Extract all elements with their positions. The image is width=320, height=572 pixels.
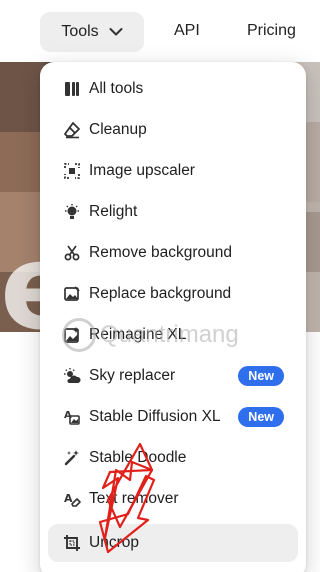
upscale-icon <box>62 161 82 181</box>
menu-item-label: Cleanup <box>89 121 147 138</box>
menu-item-stable-doodle[interactable]: Stable Doodle <box>48 439 298 477</box>
menu-item-uncrop[interactable]: Uncrop <box>48 524 298 562</box>
magic-wand-icon <box>62 448 82 468</box>
menu-item-label: Stable Doodle <box>89 449 187 466</box>
tools-dropdown-menu: All tools Cleanup Image upscaler Relight… <box>40 62 306 572</box>
menu-item-stable-diffusion-xl[interactable]: A Stable Diffusion XL New <box>48 398 298 436</box>
new-badge: New <box>238 407 284 427</box>
eraser-icon <box>62 120 82 140</box>
menu-item-reimagine-xl[interactable]: Reimagine XL <box>48 316 298 354</box>
text-image-icon: A <box>62 407 82 427</box>
menu-item-replace-background[interactable]: Replace background <box>48 275 298 313</box>
menu-item-image-upscaler[interactable]: Image upscaler <box>48 152 298 190</box>
chevron-down-icon <box>109 28 123 36</box>
grid-tools-icon <box>62 79 82 99</box>
image-sparkle-icon <box>62 325 82 345</box>
menu-item-label: Relight <box>89 203 138 220</box>
menu-item-label: Remove background <box>89 244 233 261</box>
menu-item-label: Sky replacer <box>89 367 176 384</box>
menu-item-cleanup[interactable]: Cleanup <box>48 111 298 149</box>
new-badge: New <box>238 366 284 386</box>
menu-item-label: Replace background <box>89 285 232 302</box>
menu-item-relight[interactable]: Relight <box>48 193 298 231</box>
top-nav: Tools API Pricing <box>0 0 320 62</box>
menu-item-text-remover[interactable]: A Text remover <box>48 480 298 518</box>
bulb-icon <box>62 202 82 222</box>
menu-item-label: All tools <box>89 80 144 97</box>
text-erase-icon: A <box>62 489 82 509</box>
menu-item-sky-replacer[interactable]: Sky replacer New <box>48 357 298 395</box>
menu-item-label: Text remover <box>89 490 179 507</box>
menu-item-label: Reimagine XL <box>89 326 187 343</box>
scissors-icon <box>62 243 82 263</box>
menu-item-all-tools[interactable]: All tools <box>48 70 298 108</box>
svg-text:A: A <box>64 492 73 505</box>
sun-cloud-icon <box>62 366 82 386</box>
menu-item-remove-background[interactable]: Remove background <box>48 234 298 272</box>
crop-icon <box>62 533 82 553</box>
pricing-nav-link[interactable]: Pricing <box>247 22 296 40</box>
menu-item-label: Image upscaler <box>89 162 195 179</box>
image-edit-icon <box>62 284 82 304</box>
menu-item-label: Uncrop <box>89 534 139 551</box>
tools-nav-button[interactable]: Tools <box>40 12 144 52</box>
tools-nav-label: Tools <box>61 23 99 40</box>
menu-item-label: Stable Diffusion XL <box>89 408 221 425</box>
api-nav-link[interactable]: API <box>174 22 200 40</box>
